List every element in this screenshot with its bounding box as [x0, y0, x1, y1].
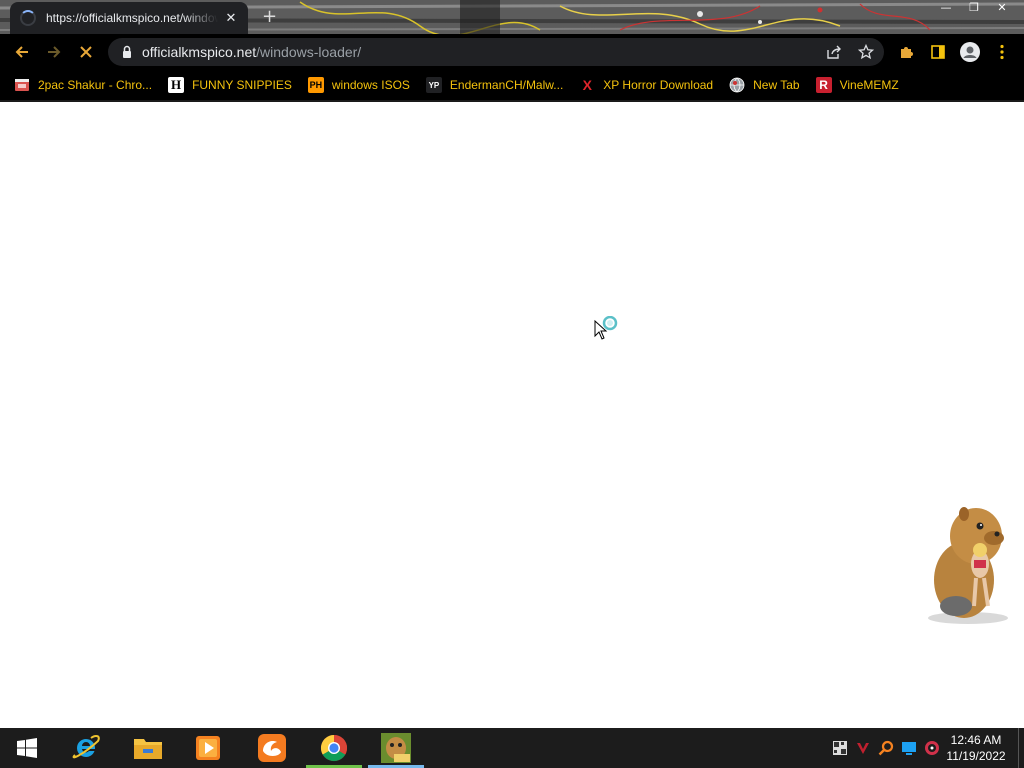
url-path: /windows-loader/ — [256, 44, 362, 60]
bookmarks-bar: 2pac Shakur - Chro... H FUNNY SNIPPIES P… — [0, 70, 1024, 100]
active-tab[interactable]: https://officialkmspico.net/windows-load… — [10, 2, 248, 34]
menu-button[interactable] — [992, 42, 1012, 62]
window-controls: — ❐ ✕ — [932, 0, 1016, 18]
media-player-icon — [196, 736, 220, 760]
uc-browser-icon — [258, 734, 286, 762]
chrome-icon — [320, 734, 348, 762]
desktop-mascot-icon[interactable] — [918, 500, 1022, 626]
clock-date: 11/19/2022 — [946, 749, 1006, 763]
forward-arrow-icon — [48, 46, 61, 58]
forward-button[interactable] — [42, 40, 66, 64]
back-arrow-icon — [15, 46, 28, 58]
taskbar-media-player[interactable] — [178, 728, 238, 768]
extensions-button[interactable] — [896, 42, 916, 62]
monitor-tray-icon[interactable] — [901, 740, 917, 756]
close-window-button[interactable]: ✕ — [988, 0, 1016, 18]
tab-title: https://officialkmspico.net/windows-load… — [46, 11, 218, 25]
back-button[interactable] — [10, 40, 34, 64]
qr-tray-icon[interactable] — [832, 740, 848, 756]
side-panel-icon — [931, 45, 945, 59]
clock-time: 12:46 AM — [950, 733, 1002, 747]
bookmark-label: XP Horror Download — [603, 78, 714, 92]
loading-spinner-icon — [20, 10, 36, 26]
taskbar-bonzi-box[interactable] — [366, 728, 426, 768]
minimize-button[interactable]: — — [932, 0, 960, 18]
bookmark-2pac[interactable]: 2pac Shakur - Chro... — [14, 73, 160, 97]
media-tray-icon[interactable] — [924, 740, 940, 756]
stop-icon — [80, 46, 92, 58]
taskbar-chrome[interactable] — [304, 728, 364, 768]
search-tray-icon[interactable] — [878, 740, 894, 756]
browser-toolbar: officialkmspico.net/windows-loader/ — [0, 34, 1024, 70]
windows-logo-icon — [17, 738, 37, 758]
share-icon[interactable] — [826, 44, 842, 60]
page-content — [0, 102, 1024, 728]
bookmark-label: 2pac Shakur - Chro... — [38, 78, 153, 92]
bookmark-label: New Tab — [753, 78, 800, 92]
puzzle-icon — [901, 47, 913, 58]
taskbar: 12:46 AM 11/19/2022 — [0, 728, 1024, 768]
close-tab-icon[interactable]: ✕ — [224, 11, 238, 26]
stop-loading-button[interactable] — [74, 40, 98, 64]
url-text[interactable]: officialkmspico.net/windows-loader/ — [142, 44, 361, 60]
taskbar-file-explorer[interactable] — [118, 728, 178, 768]
bookmark-label: VineMEMZ — [839, 78, 899, 92]
bookmark-xp-horror[interactable]: X XP Horror Download — [579, 73, 721, 97]
globe-icon — [729, 77, 745, 93]
system-clock[interactable]: 12:46 AM 11/19/2022 — [944, 732, 1008, 764]
side-panel-button[interactable] — [928, 42, 948, 62]
bookmark-star-icon[interactable] — [858, 44, 874, 60]
url-host: officialkmspico.net — [142, 44, 257, 60]
title-bar: https://officialkmspico.net/windows-load… — [0, 0, 1024, 34]
bookmark-new-tab[interactable]: New Tab — [729, 73, 807, 97]
avatar-icon — [960, 42, 980, 62]
taskbar-uc-browser[interactable] — [242, 728, 302, 768]
x-icon: X — [579, 77, 596, 93]
kebab-menu-icon — [1000, 44, 1004, 60]
system-tray — [832, 740, 940, 756]
start-button[interactable] — [0, 728, 54, 768]
show-desktop-button[interactable] — [1018, 728, 1024, 768]
busy-cursor-icon — [594, 316, 618, 340]
yp-icon: YP — [425, 77, 442, 93]
ph-icon: PH — [307, 77, 324, 93]
internet-explorer-icon — [72, 735, 100, 759]
restore-button[interactable]: ❐ — [960, 0, 988, 18]
bookmark-windows-isos[interactable]: PH windows ISOS — [307, 73, 418, 97]
bookmark-label: EndermanCH/Malw... — [449, 78, 564, 92]
bookmark-label: FUNNY SNIPPIES — [192, 78, 292, 92]
address-bar[interactable]: officialkmspico.net/windows-loader/ — [108, 38, 884, 66]
h-icon: H — [168, 77, 185, 93]
taskbar-internet-explorer[interactable] — [56, 728, 116, 768]
lock-icon[interactable] — [120, 45, 134, 59]
bookmark-funny-snippies[interactable]: H FUNNY SNIPPIES — [168, 73, 300, 97]
new-tab-button[interactable]: + — [262, 8, 277, 26]
bookmark-label: windows ISOS — [331, 78, 410, 92]
film-icon — [15, 79, 29, 91]
bonzi-box-icon — [381, 733, 411, 763]
r-icon: R — [815, 77, 832, 93]
profile-button[interactable] — [960, 42, 980, 62]
antivirus-tray-icon[interactable] — [855, 740, 871, 756]
bookmark-vinememz[interactable]: R VineMEMZ — [815, 73, 907, 97]
file-explorer-icon — [134, 739, 162, 759]
bookmark-endermanch[interactable]: YP EndermanCH/Malw... — [425, 73, 571, 97]
